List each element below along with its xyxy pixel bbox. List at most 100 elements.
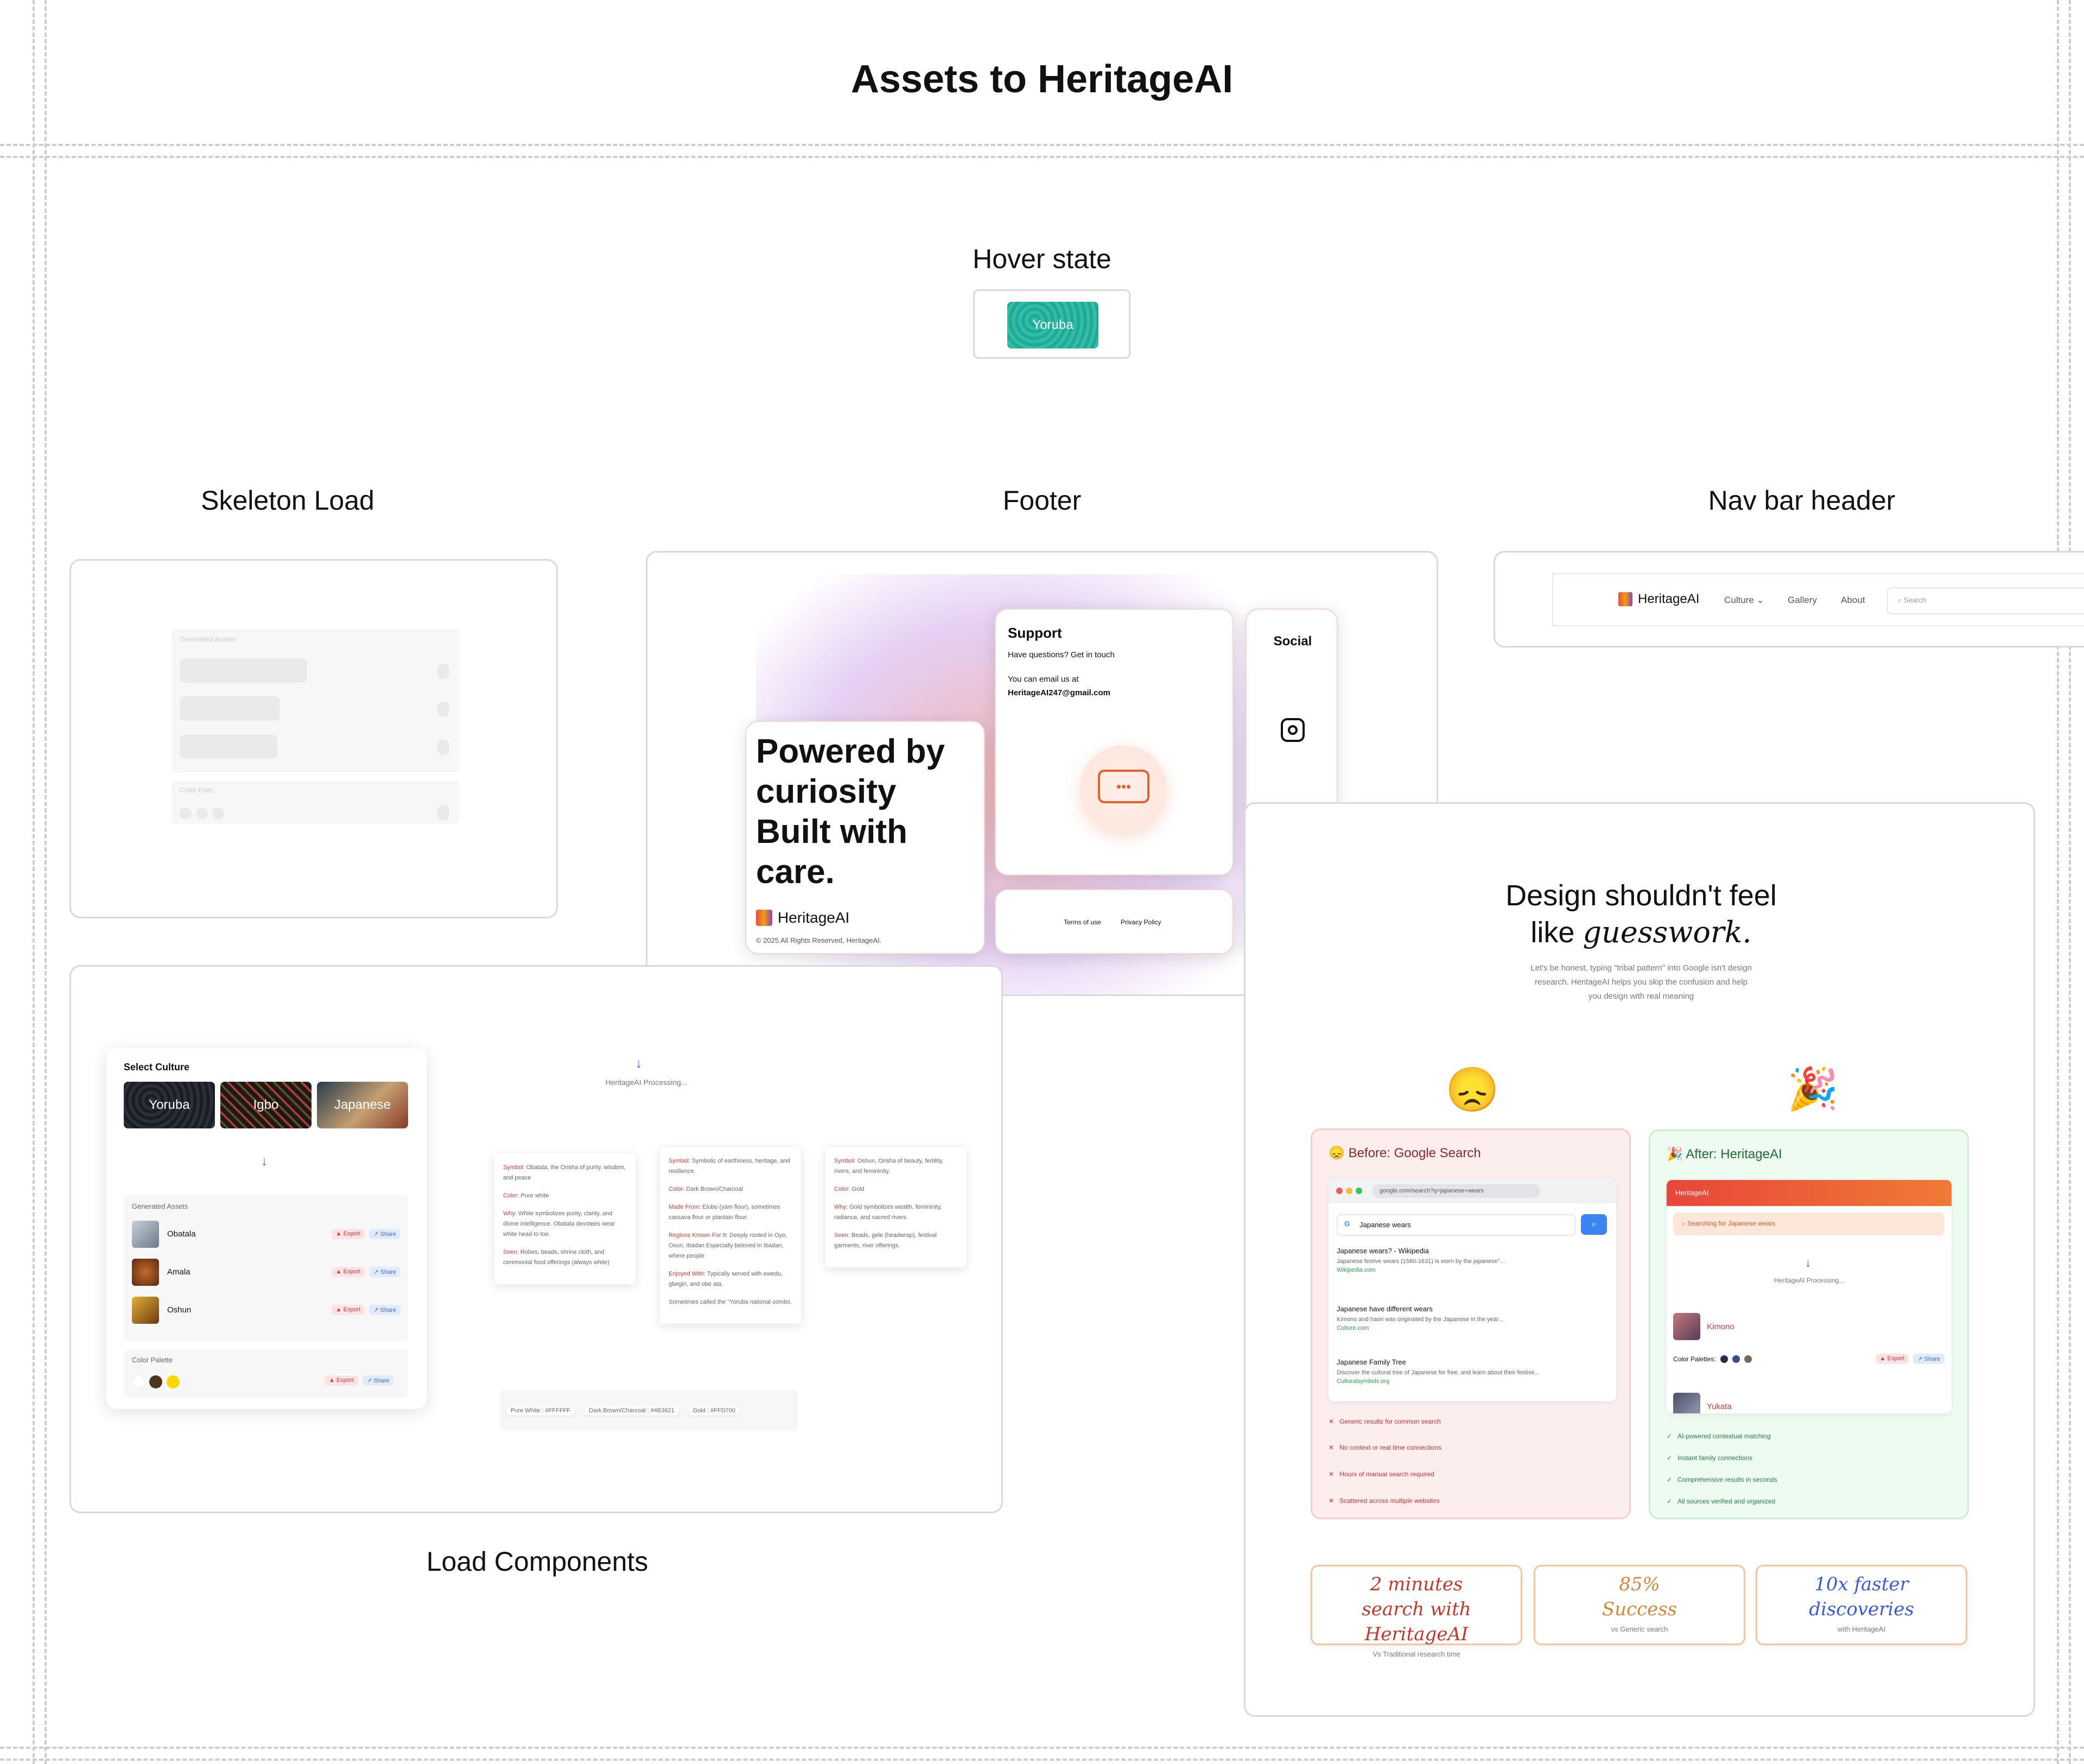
asset-thumb — [132, 1296, 159, 1324]
google-search-input[interactable]: G Japanese wears — [1337, 1214, 1575, 1236]
app-search-bar[interactable]: ⌕ Searching for Japanese wears — [1673, 1213, 1945, 1235]
search-button[interactable]: ⌕ — [1581, 1214, 1607, 1235]
section-title-load: Load Components — [426, 1546, 649, 1577]
asset-thumb — [132, 1258, 159, 1286]
party-popper-icon: 🎉 — [1787, 1066, 1839, 1112]
export-button[interactable]: ▲ Export — [325, 1375, 358, 1386]
footer-brand[interactable]: HeritageAI — [778, 909, 849, 927]
con-item: ✕ Hours of manual search required — [1329, 1470, 1434, 1478]
export-button[interactable]: ▲ Export — [1875, 1354, 1909, 1364]
nav-brand[interactable]: HeritageAI — [1618, 592, 1699, 607]
check-icon: ✓ — [1667, 1454, 1673, 1462]
support-title: Support — [1008, 625, 1062, 641]
heritage-app-mock: HeritageAI ⌕ Searching for Japanese wear… — [1667, 1180, 1952, 1413]
export-button[interactable]: ▲ Export — [331, 1267, 365, 1277]
before-title: 😞 Before: Google Search — [1329, 1146, 1481, 1160]
arrow-down-icon: ↓ — [261, 1154, 268, 1169]
asset-name: Obatala — [167, 1229, 196, 1239]
note-oshun: Symbol: Oshun, Orisha of beauty, fertili… — [825, 1147, 967, 1267]
nav-culture[interactable]: Culture ⌄ — [1724, 595, 1764, 606]
stat-card: 10x faster discoveries with HeritageAI — [1756, 1565, 1967, 1645]
logo-icon — [756, 910, 772, 926]
share-button[interactable]: ↗ Share — [369, 1267, 401, 1277]
share-button[interactable]: ↗ Share — [369, 1229, 401, 1239]
design-subtitle: Let's be honest, typing "tribal pattern"… — [1530, 963, 1752, 1001]
search-result[interactable]: Japanese Family Tree Discover the cultur… — [1337, 1358, 1608, 1385]
support-email[interactable]: HeritageAI247@gmail.com — [1008, 688, 1110, 697]
skeleton-palette: Color Pale... — [171, 781, 459, 824]
check-icon: ✓ — [1667, 1476, 1673, 1483]
search-icon: ⌕ — [1682, 1220, 1686, 1227]
search-input[interactable]: ⌕ Search — [1887, 587, 2084, 614]
swatch-white[interactable] — [132, 1375, 145, 1388]
guide-line — [2069, 0, 2071, 1764]
stat-card: 2 minutes search with HeritageAI Vs Trad… — [1311, 1565, 1522, 1658]
check-icon: ✓ — [1667, 1498, 1673, 1505]
culture-chip-japanese[interactable]: Japanese — [317, 1082, 408, 1128]
asset-row[interactable]: Obatala ▲ Export ↗ Share — [132, 1219, 401, 1249]
url-bar[interactable]: google.com/search?q=japanese+wears — [1372, 1184, 1540, 1198]
pro-item: ✓ Comprehensive results in seconds — [1667, 1476, 1777, 1483]
support-card: Support Have questions? Get in touch You… — [995, 608, 1234, 875]
chat-bubble-icon[interactable]: ••• — [1080, 745, 1167, 832]
swatch-gold[interactable] — [167, 1375, 180, 1388]
color-palette-label: Color Palette — [132, 1356, 173, 1364]
page-title: Assets to HeritageAI — [850, 58, 1234, 101]
export-button[interactable]: ▲ Export — [331, 1229, 365, 1239]
swatch-brown[interactable] — [149, 1375, 162, 1388]
search-icon: ⌕ — [1898, 596, 1902, 604]
asset-row[interactable]: Amala ▲ Export ↗ Share — [132, 1257, 401, 1287]
processing-label: HeritageAI Processing... — [605, 1078, 688, 1087]
result-thumb — [1673, 1393, 1700, 1413]
select-culture-title: Select Culture — [124, 1062, 190, 1073]
chevron-down-icon: ⌄ — [1756, 595, 1764, 605]
nav-brand-label: HeritageAI — [1638, 592, 1700, 606]
asset-name: Amala — [167, 1267, 190, 1277]
export-button[interactable]: ▲ Export — [331, 1305, 365, 1315]
generated-assets-panel: Generated Assets Obatala ▲ Export ↗ Shar… — [124, 1195, 408, 1341]
privacy-link[interactable]: Privacy Policy — [1121, 918, 1161, 926]
swatch-tag[interactable]: Pure White : #FFFFFF — [506, 1405, 575, 1416]
culture-chip-igbo[interactable]: Igbo — [220, 1082, 312, 1128]
social-title: Social — [1273, 634, 1312, 649]
browser-bar: google.com/search?q=japanese+wears — [1329, 1179, 1616, 1203]
nav-gallery[interactable]: Gallery — [1788, 595, 1817, 606]
asset-row[interactable]: Oshun ▲ Export ↗ Share — [132, 1295, 401, 1325]
share-button[interactable]: ↗ Share — [362, 1375, 394, 1386]
guide-line — [0, 156, 2084, 158]
search-result[interactable]: Japanese have different wears Kimono and… — [1337, 1305, 1608, 1331]
guide-line — [0, 1747, 2084, 1749]
legal-card: Terms of use Privacy Policy — [995, 889, 1234, 954]
nav-about[interactable]: About — [1841, 595, 1865, 606]
check-icon: ✓ — [1667, 1432, 1673, 1440]
culture-chip-yoruba[interactable]: Yoruba — [124, 1082, 215, 1128]
footer-headline: Powered by curiosity Built with care. — [756, 733, 945, 891]
con-item: ✕ Scattered across multiple websites — [1329, 1497, 1440, 1505]
cross-icon: ✕ — [1329, 1497, 1335, 1505]
support-question: Have questions? Get in touch — [1008, 650, 1115, 659]
instagram-icon[interactable] — [1281, 718, 1305, 742]
con-item: ✕ No context or real time connections — [1329, 1444, 1442, 1451]
result-yukata[interactable]: Yukata — [1673, 1393, 1732, 1413]
footer-copyright: © 2025 All Rights Reserved, HeritageAI. — [756, 936, 882, 944]
guide-line — [33, 0, 35, 1764]
swatch-tag[interactable]: Gold : #FFD700 — [688, 1405, 740, 1416]
share-button[interactable]: ↗ Share — [369, 1305, 401, 1315]
share-button[interactable]: ↗ Share — [1913, 1354, 1945, 1364]
terms-link[interactable]: Terms of use — [1064, 918, 1101, 926]
skeleton-label: Color Pale... — [180, 786, 219, 794]
con-item: ✕ Generic results for common search — [1329, 1418, 1441, 1425]
disappointed-face-icon: 😞 — [1329, 1146, 1345, 1160]
footer-headline-card: Powered by curiosity Built with care. He… — [745, 721, 985, 954]
result-kimono[interactable]: Kimono — [1673, 1313, 1734, 1340]
pro-item: ✓ All sources verified and organized — [1667, 1498, 1776, 1505]
email-label: You can email us at — [1008, 675, 1079, 684]
palette-row: Color Palettes: ▲ Export ↗ Share — [1673, 1354, 1945, 1364]
comparison-frame: Design shouldn't feel like guesswork. Le… — [1244, 802, 2035, 1717]
party-popper-icon: 🎉 — [1667, 1147, 1683, 1162]
swatch-tag[interactable]: Dark Brown/Charcoal : #4B3621 — [584, 1405, 679, 1416]
search-result[interactable]: Japanese wears? - Wikipedia Japanese fes… — [1337, 1247, 1608, 1273]
yoruba-chip-hover[interactable]: Yoruba — [1007, 302, 1098, 348]
processing-label: HeritageAI Processing... — [1774, 1277, 1845, 1284]
guide-line — [2057, 0, 2059, 1764]
